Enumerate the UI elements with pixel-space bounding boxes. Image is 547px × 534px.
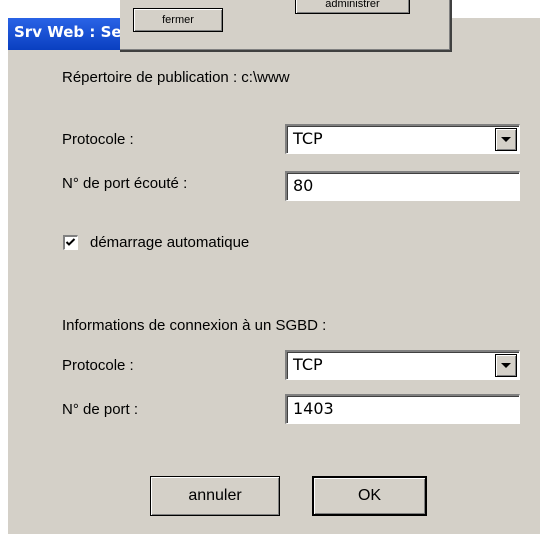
db-protocol-dropdown-button[interactable] [495,354,517,377]
db-protocol-select-value: TCP [293,355,323,374]
autostart-checkbox[interactable] [63,235,78,250]
protocol-dropdown-button[interactable] [495,128,517,151]
db-protocol-select[interactable]: TCP [285,350,520,380]
protocol-label: Protocole : [62,131,134,148]
window-title: Srv Web : Se [14,23,122,41]
db-connection-section-label: Informations de connexion à un SGBD : [62,317,327,334]
chevron-down-icon [501,362,511,368]
autostart-label[interactable]: démarrage automatique [90,234,249,251]
ok-button[interactable]: OK [312,476,427,516]
port-input[interactable]: 80 [285,171,520,201]
db-port-input[interactable]: 1403 [285,394,520,424]
protocol-select-value: TCP [293,129,323,148]
cancel-button[interactable]: annuler [150,476,280,516]
checkmark-icon [65,238,76,246]
db-protocol-label: Protocole : [62,357,134,374]
administrer-button[interactable]: administrer [295,0,410,14]
port-label: N° de port écouté : [62,175,188,192]
fermer-button[interactable]: fermer [133,8,223,32]
protocol-select[interactable]: TCP [285,124,520,154]
dialog-window [8,18,540,534]
publication-directory-label: Répertoire de publication : c:\www [62,69,290,86]
db-port-label: N° de port : [62,401,139,418]
chevron-down-icon [501,136,511,142]
